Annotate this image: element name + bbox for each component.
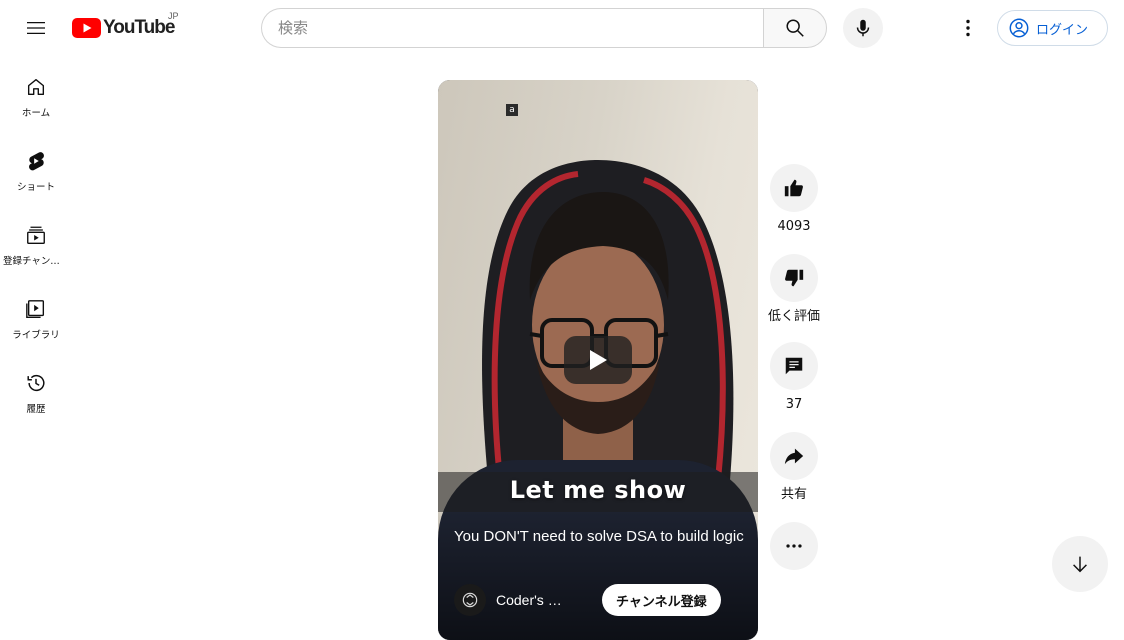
account-circle-icon [1009,18,1029,38]
like-button[interactable] [770,164,818,212]
subscribe-button[interactable]: チャンネル登録 [602,584,721,616]
sign-in-button[interactable]: ログイン [997,10,1108,46]
hamburger-menu-icon [27,22,45,34]
subscriptions-icon [27,226,45,244]
sidebar-item-history[interactable]: 履歴 [0,352,72,426]
video-overlay-badge: a [506,104,518,116]
more-action [770,522,818,570]
search-button[interactable] [763,8,827,48]
channel-avatar[interactable] [454,584,486,616]
guide-menu-button[interactable] [16,8,56,48]
next-video-button[interactable] [1052,536,1108,592]
sidebar-item-home[interactable]: ホーム [0,56,72,130]
shorts-icon [29,152,44,171]
video-caption: Let me show [509,476,687,504]
share-label: 共有 [780,487,807,502]
more-horizontal-icon [786,544,802,548]
comments-button[interactable] [770,342,818,390]
shorts-video-player[interactable]: a Let me show You DON'T need to solve DS… [438,80,758,640]
sidebar-item-label: 履歴 [26,404,46,415]
thumb-down-icon [785,269,804,287]
channel-name[interactable]: Coder's … [496,592,602,608]
more-vertical-icon [966,19,970,37]
video-frame-graphic [482,160,734,480]
logo-wordmark: YouTube [103,17,175,38]
channel-row: Coder's … チャンネル登録 [454,584,754,616]
sidebar-item-subscriptions[interactable]: 登録チャンネル [0,204,72,278]
arrow-down-icon [1073,556,1087,573]
shorts-action-bar: 4093 低く評価 37 共有 [768,164,821,570]
comment-count: 37 [785,397,803,412]
comment-icon [785,357,803,375]
dislike-action: 低く評価 [768,254,821,326]
sidebar-item-label: ショート [16,182,55,193]
top-bar: YouTube JP ログイン [0,0,1124,56]
channel-logo-icon [462,592,478,608]
sidebar-item-label: 登録チャンネル [3,256,69,267]
video-title[interactable]: You DON'T need to solve DSA to build log… [454,526,744,548]
play-button[interactable] [564,336,632,384]
search-input[interactable] [261,8,764,48]
youtube-play-logo-icon [72,18,101,38]
microphone-icon [856,19,870,37]
mini-guide-sidebar: ホーム ショート 登録チャンネル ライブラリ 履歴 [0,56,72,426]
history-icon [27,375,45,392]
like-count: 4093 [777,219,811,234]
dislike-label: 低く評価 [768,309,821,324]
voice-search-button[interactable] [843,8,883,48]
search-box [261,8,827,48]
share-arrow-icon [784,448,804,465]
dislike-button[interactable] [770,254,818,302]
sidebar-item-shorts[interactable]: ショート [0,130,72,204]
home-icon [27,78,45,96]
share-button[interactable] [770,432,818,480]
library-icon [26,300,45,318]
like-action: 4093 [770,164,818,236]
logo-country-code: JP [168,11,179,21]
sidebar-item-label: ホーム [21,108,51,119]
thumb-up-icon [784,179,803,197]
sidebar-item-library[interactable]: ライブラリ [0,278,72,352]
youtube-logo[interactable]: YouTube JP [72,11,179,39]
share-action: 共有 [770,432,818,504]
sign-in-label: ログイン [1036,22,1089,38]
more-options-button[interactable] [770,522,818,570]
comments-action: 37 [770,342,818,414]
sidebar-item-label: ライブラリ [12,330,60,341]
play-icon [590,350,607,370]
settings-more-button[interactable] [948,8,988,48]
search-icon [786,19,804,37]
